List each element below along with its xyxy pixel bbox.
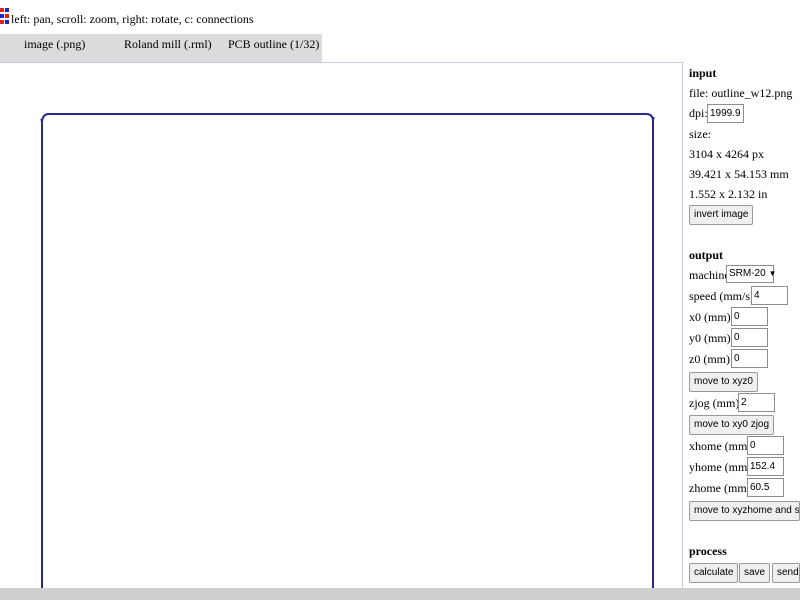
calculate-button[interactable]: calculate (689, 563, 739, 583)
y0-label: y0 (mm): (689, 331, 734, 345)
machine-label: machine (689, 268, 730, 282)
speed-input[interactable] (751, 286, 788, 305)
y0-input[interactable] (731, 328, 768, 347)
input-section-title: input (689, 66, 717, 80)
outline-corner-mark-left (40, 118, 43, 124)
size-mm: 39.421 x 54.153 mm (689, 167, 789, 181)
zhome-input[interactable] (747, 478, 784, 497)
chevron-down-icon: ▼ (768, 269, 777, 278)
zjog-input[interactable] (738, 393, 775, 412)
toolpath-outline (40, 113, 655, 588)
dpi-label: dpi: (689, 106, 708, 120)
x0-input[interactable] (731, 307, 768, 326)
controls-hint: left: pan, scroll: zoom, right: rotate, … (11, 12, 254, 26)
machine-select[interactable]: SRM-20 ▼ (726, 265, 777, 283)
z0-input[interactable] (731, 349, 768, 368)
tab-pcb-outline[interactable]: PCB outline (1/32) (228, 37, 319, 52)
send-button[interactable]: send (772, 563, 800, 583)
top-bar: left: pan, scroll: zoom, right: rotate, … (0, 0, 800, 36)
outline-corner-mark-right (652, 116, 655, 122)
tab-image-png[interactable]: image (.png) (24, 37, 85, 52)
invert-image-button[interactable]: invert image (689, 205, 754, 225)
dpi-input[interactable] (707, 104, 744, 123)
speed-label: speed (mm/s): (689, 289, 758, 303)
z0-label: z0 (mm): (689, 352, 734, 366)
machine-selected-value: SRM-20 (729, 268, 766, 279)
size-px: 3104 x 4264 px (689, 147, 764, 161)
input-file-name: file: outline_w12.png (689, 86, 793, 100)
yhome-input[interactable] (747, 457, 784, 476)
process-section-title: process (689, 544, 727, 558)
save-button[interactable]: save (739, 563, 771, 583)
yhome-label: yhome (mm): (689, 460, 755, 474)
output-section-title: output (689, 248, 724, 262)
move-to-xy0-zjog-button[interactable]: move to xy0 zjog (689, 415, 775, 435)
zhome-label: zhome (mm): (689, 481, 754, 495)
horizontal-scrollbar[interactable] (0, 588, 800, 600)
size-in: 1.552 x 2.132 in (689, 187, 768, 201)
zjog-label: zjog (mm): (689, 396, 743, 410)
fab-modules-logo-icon[interactable] (0, 8, 10, 30)
size-label: size: (689, 127, 711, 141)
x0-label: x0 (mm): (689, 310, 734, 324)
xhome-input[interactable] (747, 436, 784, 455)
board-outline-path (41, 113, 654, 588)
xhome-label: xhome (mm): (689, 439, 755, 453)
module-tabs: image (.png) Roland mill (.rml) PCB outl… (0, 34, 322, 62)
toolpath-viewport[interactable] (0, 62, 683, 588)
tab-roland-mill-rml[interactable]: Roland mill (.rml) (124, 37, 212, 52)
move-to-xyz0-button[interactable]: move to xyz0 (689, 372, 758, 392)
move-to-xyzhome-and-stop-button[interactable]: move to xyzhome and stop (689, 501, 800, 521)
